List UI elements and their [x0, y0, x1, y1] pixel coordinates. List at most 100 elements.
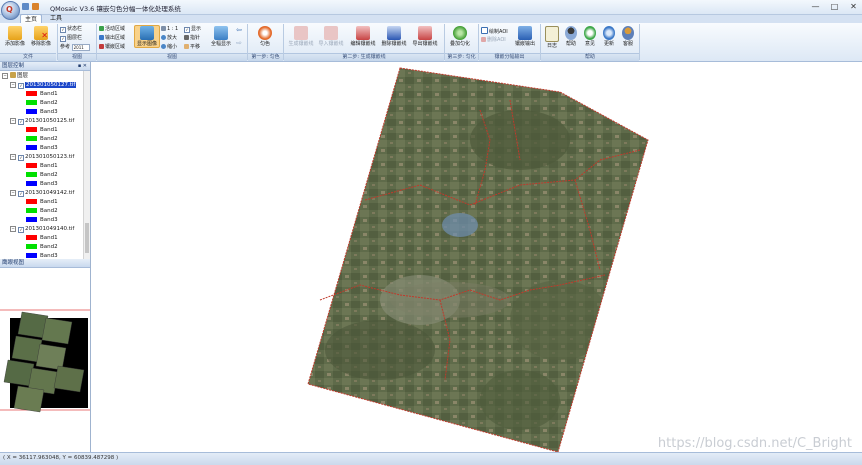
dodge-label: 匀色 — [259, 41, 270, 47]
arrow-left-icon: ⇦ — [236, 26, 242, 34]
band-row[interactable]: Band3 — [26, 180, 58, 188]
close-button[interactable]: ✕ — [849, 2, 858, 11]
band-color-swatch — [26, 109, 37, 114]
collapse-icon[interactable]: − — [10, 118, 16, 124]
band-row[interactable]: Band1 — [26, 234, 58, 242]
band-row[interactable]: Band1 — [26, 126, 58, 134]
export-seamline-button[interactable]: 导出镶嵌线 — [410, 26, 440, 47]
map-canvas[interactable] — [91, 62, 862, 453]
output-region-label: 输出区域 — [105, 35, 126, 41]
layer-visibility-checkbox[interactable]: ✓ — [18, 191, 24, 197]
feedback-button[interactable]: 意见 — [581, 26, 599, 47]
valid-region-label: 活动区域 — [105, 26, 126, 32]
service-label: 客服 — [622, 41, 633, 47]
show-image-button[interactable]: 显示图像 — [134, 25, 160, 48]
collapse-icon[interactable]: − — [10, 82, 16, 88]
draw-aoi-button[interactable]: 绘制AOI — [481, 27, 508, 35]
band-name: Band2 — [40, 172, 58, 178]
group-step2-label: 第二步: 生成镶嵌线 — [284, 53, 444, 61]
panel-pin-close-icon[interactable]: ▪ ✕ — [78, 62, 87, 70]
layer-tree-scrollbar[interactable] — [83, 71, 90, 259]
update-button[interactable]: 更新 — [600, 26, 618, 47]
band-row[interactable]: Band2 — [26, 99, 58, 107]
collapse-icon[interactable]: − — [10, 226, 16, 232]
service-button[interactable]: 客服 — [619, 26, 637, 47]
reference-dropdown[interactable]: 2011 — [71, 44, 90, 51]
maximize-button[interactable]: □ — [830, 2, 839, 11]
scale-1-1-button[interactable]: 1 : 1 — [161, 26, 178, 33]
band-row[interactable]: Band3 — [26, 108, 58, 116]
overview-map[interactable] — [0, 268, 90, 452]
overlay-dodge-button[interactable]: 叠加匀化 — [446, 26, 474, 47]
log-button[interactable]: 日志 — [543, 26, 561, 49]
layer-visibility-checkbox[interactable]: ✓ — [18, 83, 24, 89]
show-checkbox[interactable]: ✓ 显示 — [184, 26, 201, 33]
group-display-label: 视图 — [58, 53, 96, 61]
delete-aoi-button[interactable]: 删除AOI — [481, 37, 506, 44]
band-row[interactable]: Band2 — [26, 207, 58, 215]
layer-name: 201301049142.tif — [25, 190, 75, 196]
add-image-button[interactable]: 添加影像 — [2, 26, 28, 47]
layer-row[interactable]: − ✓ 201301049140.tif — [10, 225, 74, 233]
band-row[interactable]: Band3 — [26, 216, 58, 224]
collapse-icon[interactable]: − — [10, 154, 16, 160]
remove-image-button[interactable]: ✕ 移除影像 — [28, 26, 54, 47]
band-row[interactable]: Band3 — [26, 252, 58, 259]
band-name: Band3 — [40, 145, 58, 151]
mosaic-image-view[interactable] — [91, 62, 862, 453]
quick-undo-icon[interactable] — [32, 3, 39, 10]
full-view-button[interactable]: 全幅显示 — [207, 26, 235, 47]
layer-visibility-checkbox[interactable]: ✓ — [18, 119, 24, 125]
delete-seamline-button[interactable]: 删除镶嵌线 — [379, 26, 409, 47]
layer-row[interactable]: − ✓ 201301050125.tif — [10, 117, 74, 125]
dodge-button[interactable]: 匀色 — [253, 26, 277, 47]
layer-row[interactable]: − ✓ 201301050127.tif — [10, 81, 77, 89]
tree-root[interactable]: − 图层 — [2, 72, 28, 80]
status-bar-checkbox[interactable]: ✓ 状态栏 — [60, 26, 82, 33]
zoom-in-button[interactable]: 放大 — [161, 35, 177, 42]
app-menu-button[interactable]: Q — [1, 1, 20, 20]
layer-visibility-checkbox[interactable]: ✓ — [18, 155, 24, 161]
back-view-button[interactable]: ⇦ — [235, 27, 243, 34]
band-row[interactable]: Band2 — [26, 171, 58, 179]
layer-bar-checkbox-label: 图层栏 — [67, 35, 83, 41]
status-bar: ( X = 36117.963048, Y = 60839.487298 ) — [0, 452, 862, 465]
reference-select[interactable]: 参考 2011 — [60, 44, 90, 51]
layer-visibility-checkbox[interactable]: ✓ — [18, 227, 24, 233]
help-button[interactable]: 帮助 — [562, 26, 580, 47]
band-color-swatch — [26, 91, 37, 96]
mosaic-region-button[interactable]: 镶嵌区域 — [99, 44, 125, 51]
quick-save-icon[interactable] — [22, 3, 29, 10]
log-label: 日志 — [546, 43, 557, 49]
band-row[interactable]: Band2 — [26, 243, 58, 251]
mosaic-region-label: 镶嵌区域 — [105, 44, 126, 50]
band-row[interactable]: Band2 — [26, 135, 58, 143]
band-row[interactable]: Band1 — [26, 198, 58, 206]
edit-seamline-button[interactable]: 编辑镶嵌线 — [348, 26, 378, 47]
layer-row[interactable]: − ✓ 201301049142.tif — [10, 189, 74, 197]
scrollbar-thumb[interactable] — [85, 223, 89, 253]
add-image-label: 添加影像 — [4, 41, 25, 47]
forward-view-button[interactable]: ⇨ — [235, 40, 243, 47]
layer-bar-checkbox[interactable]: ✓ 图层栏 — [60, 35, 82, 42]
delete-seamline-label: 删除镶嵌线 — [381, 41, 407, 47]
band-row[interactable]: Band1 — [26, 90, 58, 98]
import-seamline-button[interactable]: 导入镶嵌线 — [316, 26, 346, 47]
zoom-out-button[interactable]: 缩小 — [161, 44, 177, 51]
collapse-icon[interactable]: − — [2, 73, 8, 79]
band-row[interactable]: Band1 — [26, 162, 58, 170]
valid-region-button[interactable]: 活动区域 — [99, 26, 125, 33]
minimize-button[interactable]: — — [811, 2, 820, 11]
tab-tools[interactable]: 工具 — [46, 14, 66, 23]
generate-seamline-button[interactable]: 生成镶嵌线 — [286, 26, 316, 47]
band-row[interactable]: Band3 — [26, 144, 58, 152]
output-region-button[interactable]: 输出区域 — [99, 35, 125, 42]
pan-button[interactable]: 平移 — [184, 44, 200, 51]
collapse-icon[interactable]: − — [10, 190, 16, 196]
ribbon: 添加影像 ✕ 移除影像 文件 ✓ 状态栏 ✓ 图层栏 参考 2011 视图 活动区域… — [0, 23, 862, 62]
pointer-button[interactable]: 指针 — [184, 35, 200, 42]
layer-row[interactable]: − ✓ 201301050123.tif — [10, 153, 74, 161]
import-seamline-label: 导入镶嵌线 — [318, 41, 344, 47]
band-color-swatch — [26, 235, 37, 240]
mosaic-output-button[interactable]: 镶嵌输出 — [512, 26, 538, 47]
